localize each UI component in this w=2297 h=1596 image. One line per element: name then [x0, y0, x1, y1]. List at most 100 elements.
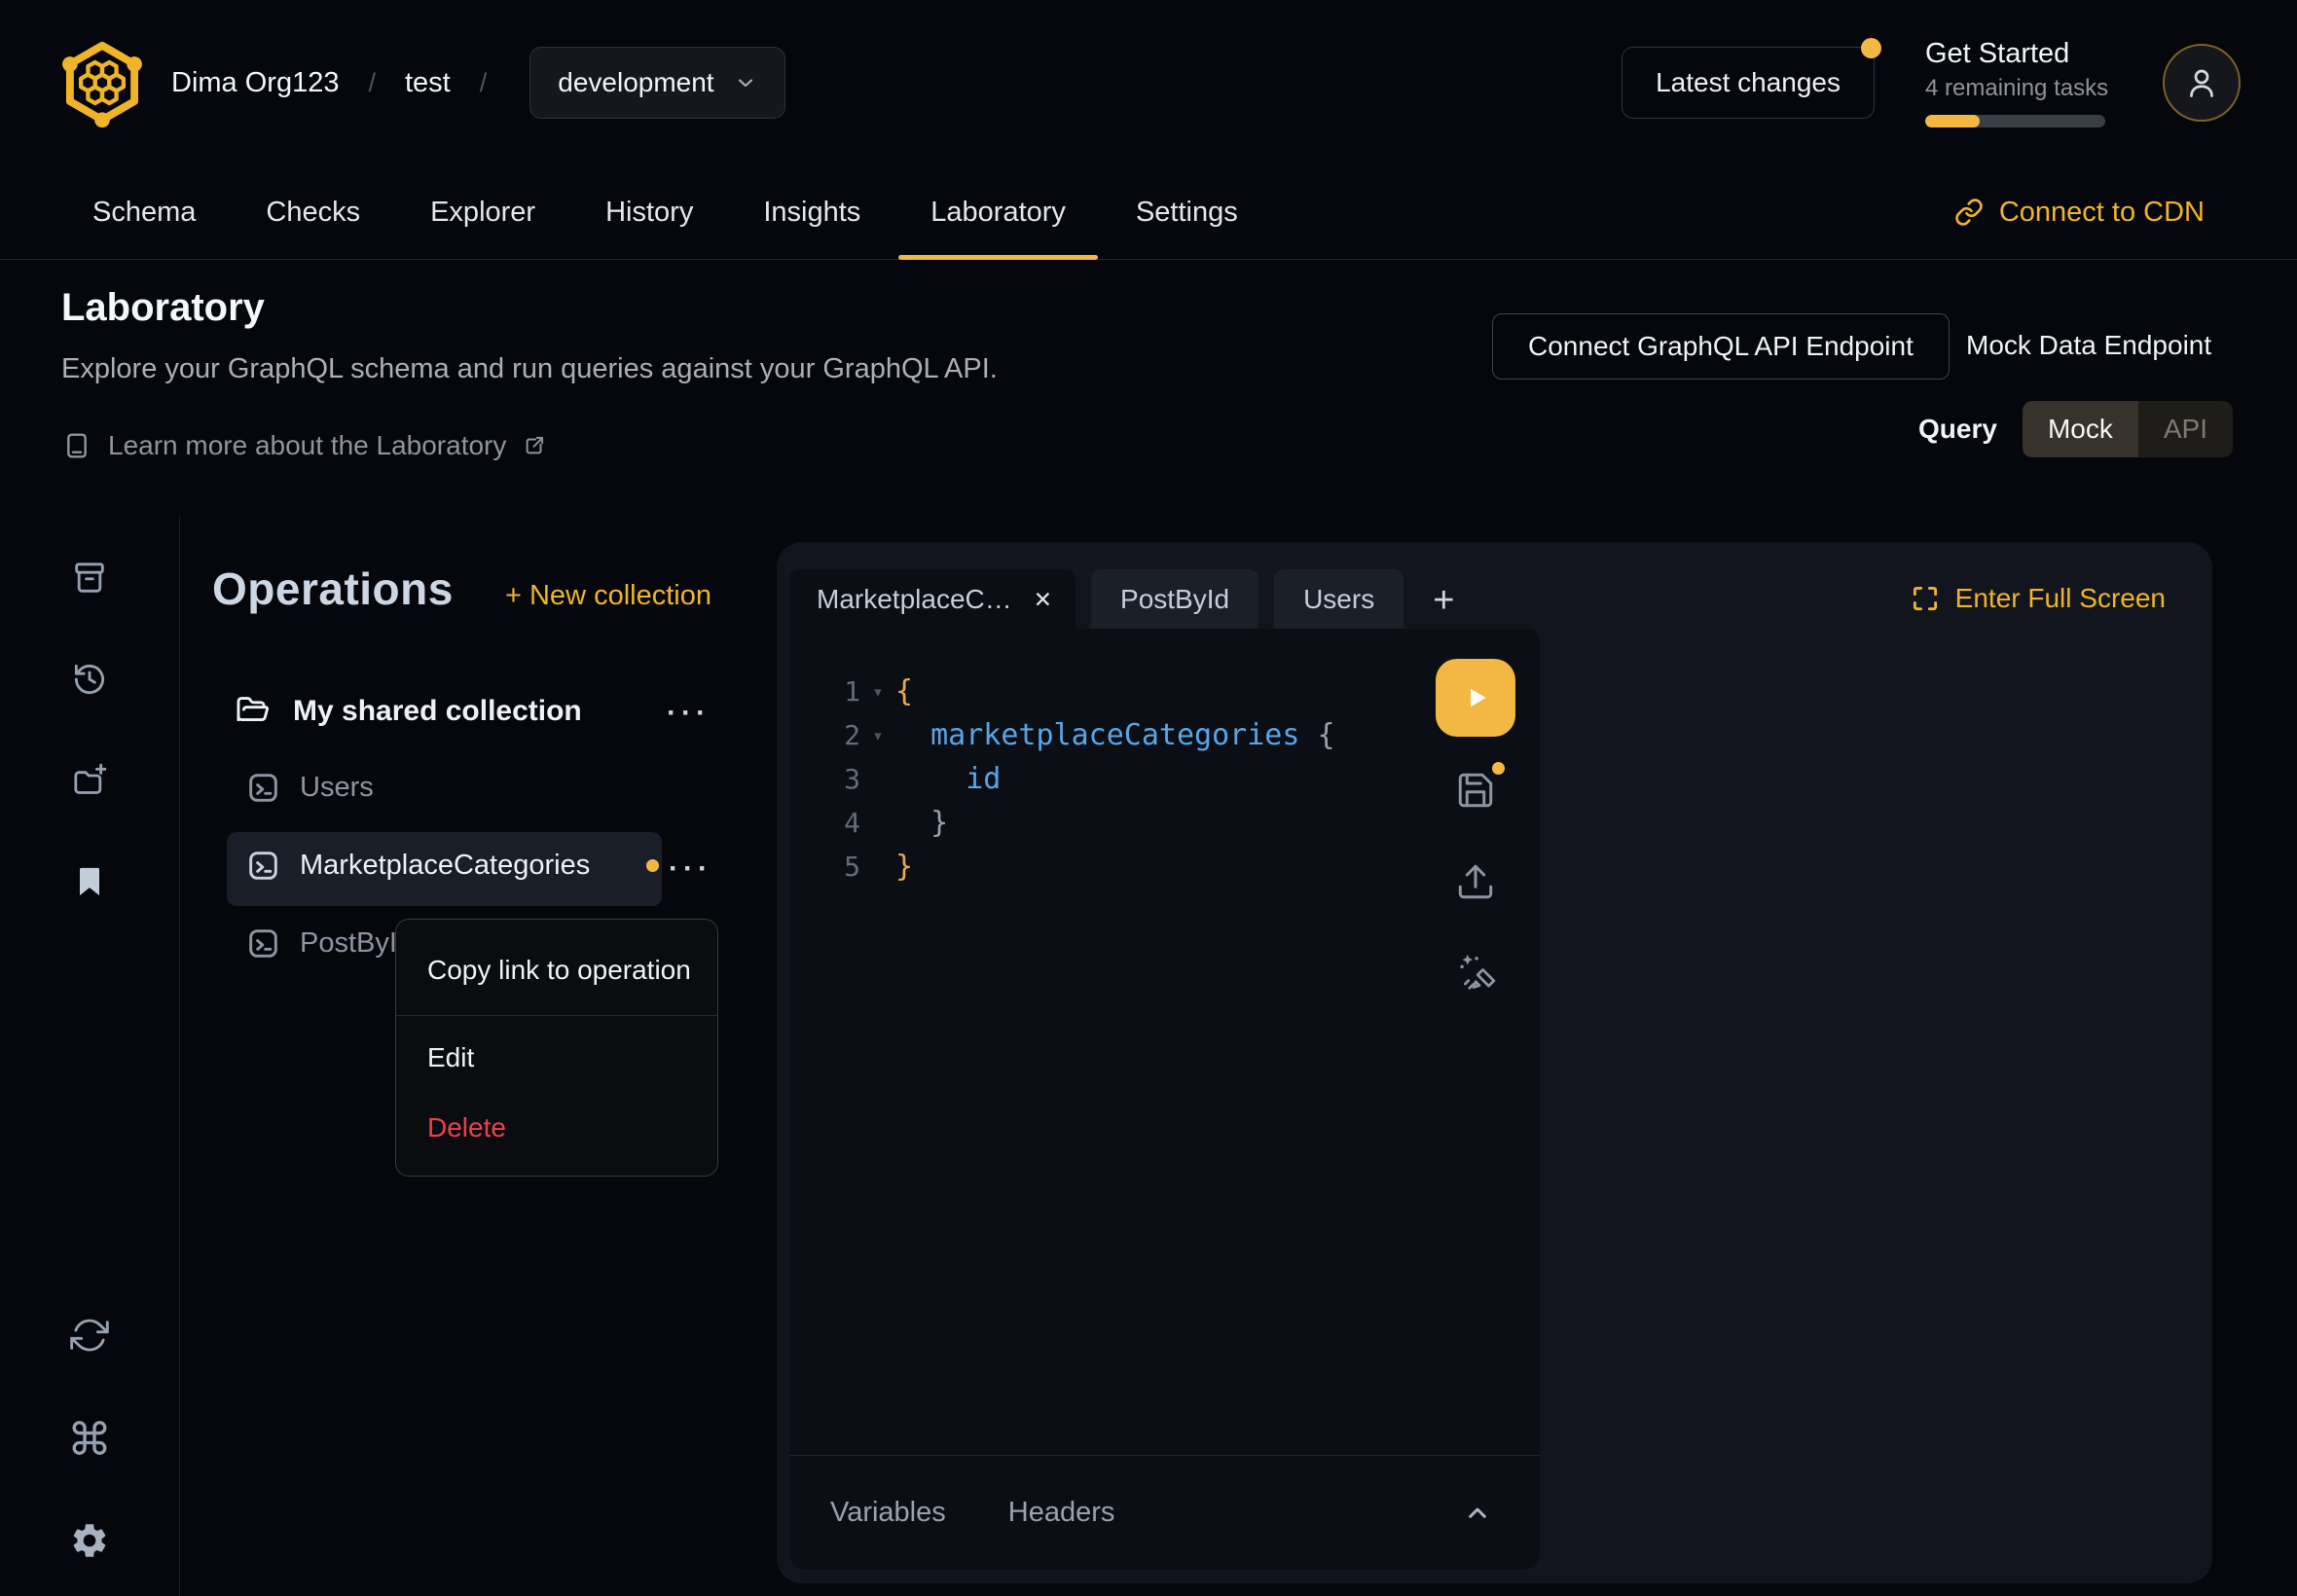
connect-cdn-link[interactable]: Connect to CDN [1954, 197, 2205, 229]
page-intro: Laboratory Explore your GraphQL schema a… [61, 286, 998, 461]
code-line: 3 id [789, 757, 1540, 801]
unsaved-dot [646, 859, 659, 872]
editor-actions [1429, 659, 1522, 992]
app-header: Dima Org123 / test / development Latest … [0, 0, 2297, 165]
code-token: id [895, 762, 1001, 796]
progress-fill [1925, 115, 1980, 127]
chevron-down-icon [734, 71, 757, 94]
menu-item-delete[interactable]: Delete [427, 1112, 506, 1143]
collapse-chevron-up-icon[interactable] [1462, 1498, 1493, 1529]
editor-tab-marketplacecategories[interactable]: MarketplaceC… ✕ [789, 569, 1076, 630]
editor-tab-label: MarketplaceC… [817, 584, 1012, 615]
refetch-schema-icon[interactable] [0, 1316, 179, 1355]
editor-tab-users[interactable]: Users [1274, 569, 1404, 630]
close-icon[interactable]: ✕ [1034, 587, 1052, 613]
get-started-progressbar [1925, 115, 2105, 127]
breadcrumb-project[interactable]: test [405, 67, 451, 99]
external-link-icon [522, 433, 547, 458]
settings-gear-icon[interactable] [0, 1520, 179, 1561]
breadcrumb-separator: / [362, 68, 382, 98]
tab-explorer[interactable]: Explorer [430, 165, 535, 259]
query-mode-row: Query Mock API [1918, 401, 2233, 457]
code-line: 5 } [789, 845, 1540, 889]
bookmark-icon[interactable] [0, 862, 179, 901]
book-icon [61, 430, 92, 461]
breadcrumb-org[interactable]: Dima Org123 [171, 67, 339, 99]
run-query-button[interactable] [1436, 659, 1515, 737]
code-line: 2 ▾ marketplaceCategories { [789, 713, 1540, 757]
operation-collections-icon[interactable] [0, 559, 179, 598]
code-area[interactable]: 1 ▾ { 2 ▾ marketplaceCategories { 3 id 4… [789, 670, 1540, 889]
query-label: Query [1918, 414, 1997, 445]
get-started-widget[interactable]: Get Started 4 remaining tasks [1925, 38, 2112, 127]
enter-fullscreen-link[interactable]: Enter Full Screen [1911, 583, 2166, 614]
prettify-button[interactable] [1454, 949, 1497, 992]
editor-bottom-bar: Variables Headers [789, 1455, 1540, 1570]
collection-row[interactable]: My shared collection [235, 693, 582, 730]
notification-dot [1861, 38, 1881, 58]
save-operation-button[interactable] [1455, 770, 1496, 811]
editor-tab-postbyid[interactable]: PostById [1091, 569, 1258, 630]
latest-changes-button[interactable]: Latest changes [1622, 47, 1875, 119]
code-line: 1 ▾ { [789, 670, 1540, 713]
connect-cdn-label: Connect to CDN [1999, 197, 2205, 229]
fold-icon[interactable]: ▾ [860, 681, 895, 703]
operation-item-users[interactable]: Users [246, 771, 374, 805]
tab-history[interactable]: History [605, 165, 693, 259]
add-tab-button[interactable]: + [1433, 580, 1454, 622]
code-token: { [1317, 718, 1334, 752]
page-title: Laboratory [61, 286, 998, 330]
line-number: 2 [789, 719, 860, 751]
headers-tab[interactable]: Headers [1008, 1497, 1115, 1529]
code-token: { [895, 674, 913, 708]
menu-item-edit[interactable]: Edit [427, 1042, 474, 1073]
operation-item-marketplacecategories[interactable]: MarketplaceCategories [246, 849, 659, 883]
tab-settings[interactable]: Settings [1136, 165, 1238, 259]
new-collection-button[interactable]: + New collection [505, 580, 711, 612]
code-token: marketplaceCategories [895, 718, 1317, 752]
new-folder-icon[interactable] [0, 761, 179, 800]
learn-more-label: Learn more about the Laboratory [108, 430, 506, 461]
query-mode-toggle: Mock API [2023, 401, 2233, 457]
command-glyph: ⌘ [67, 1413, 112, 1466]
menu-item-copy-link[interactable]: Copy link to operation [427, 955, 691, 986]
toggle-api[interactable]: API [2138, 401, 2233, 457]
toggle-mock[interactable]: Mock [2023, 401, 2138, 457]
collection-menu-button[interactable]: ··· [667, 697, 711, 730]
hive-logo-icon[interactable] [56, 37, 148, 128]
user-avatar[interactable] [2163, 44, 2241, 122]
operation-label: Users [300, 772, 374, 804]
tab-schema[interactable]: Schema [92, 165, 196, 259]
enter-fullscreen-label: Enter Full Screen [1955, 583, 2166, 614]
connect-graphql-endpoint-button[interactable]: Connect GraphQL API Endpoint [1492, 313, 1950, 380]
laboratory-panel: Enter Full Screen MarketplaceC… ✕ PostBy… [777, 542, 2212, 1583]
editor-tab-row: MarketplaceC… ✕ PostById Users + [789, 569, 1454, 630]
operation-context-menu: Copy link to operation Edit Delete [395, 919, 718, 1177]
share-operation-button[interactable] [1455, 861, 1496, 902]
operation-icon [246, 849, 280, 883]
header-right: Latest changes Get Started 4 remaining t… [1622, 38, 2241, 127]
operation-item-postbyid[interactable]: PostById [246, 926, 413, 961]
shortcuts-icon[interactable]: ⌘ [0, 1413, 179, 1466]
line-number: 4 [789, 807, 860, 839]
fold-icon[interactable]: ▾ [860, 725, 895, 746]
tab-checks[interactable]: Checks [266, 165, 360, 259]
mock-data-endpoint-link[interactable]: Mock Data Endpoint [1966, 330, 2211, 361]
variables-tab[interactable]: Variables [830, 1497, 946, 1529]
collection-name: My shared collection [293, 695, 582, 728]
query-editor[interactable]: 1 ▾ { 2 ▾ marketplaceCategories { 3 id 4… [789, 629, 1540, 1570]
menu-divider [396, 1015, 717, 1016]
tools-rail: ⌘ [0, 516, 180, 1596]
tab-laboratory[interactable]: Laboratory [930, 165, 1066, 259]
code-line: 4 } [789, 801, 1540, 845]
line-number: 5 [789, 851, 860, 883]
learn-more-link[interactable]: Learn more about the Laboratory [61, 430, 998, 461]
operation-menu-button[interactable]: ··· [669, 852, 712, 886]
operation-icon [246, 926, 280, 961]
history-icon[interactable] [0, 660, 179, 699]
code-token: } [895, 850, 913, 884]
main-nav: Schema Checks Explorer History Insights … [0, 165, 2297, 260]
target-select[interactable]: development [529, 47, 784, 119]
line-number: 3 [789, 763, 860, 795]
tab-insights[interactable]: Insights [763, 165, 860, 259]
